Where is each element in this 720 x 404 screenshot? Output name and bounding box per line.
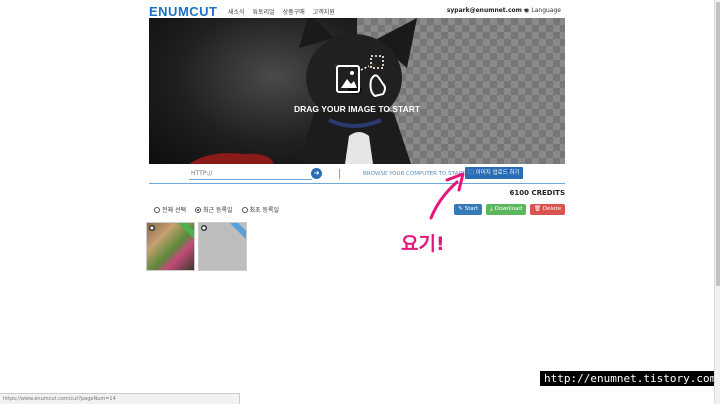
filter-select-all[interactable]: 전체 선택 (154, 205, 186, 214)
top-navigation: ENUMCUT 새소식 튜토리얼 상품구매 고객지원 sypark@enumne… (149, 0, 565, 20)
image-url-input[interactable] (189, 168, 312, 180)
drag-instruction: DRAG YOUR IMAGE TO START (293, 104, 421, 114)
status-ribbon (171, 223, 194, 244)
annotation-text: 요기! (401, 233, 445, 255)
filter-label: 최근 등록일 (203, 207, 233, 214)
image-thumbnail[interactable]: ● (198, 222, 247, 271)
logo[interactable]: ENUMCUT (149, 4, 218, 19)
nav-item-news[interactable]: 새소식 (228, 7, 245, 16)
divider (339, 169, 340, 179)
filter-recent[interactable]: 최근 등록일 (195, 205, 233, 214)
scrollbar-thumb[interactable] (716, 2, 720, 286)
delete-button[interactable]: 🗑 Delete (529, 204, 565, 215)
credits-counter: 6100 CREDITS (509, 189, 565, 197)
watermark: http://enumnet.tistory.com (540, 371, 720, 386)
select-checkbox-icon[interactable]: ● (149, 225, 155, 231)
status-ribbon (223, 223, 246, 244)
nav-item-purchase[interactable]: 상품구매 (283, 7, 305, 16)
filter-label: 최초 등록일 (249, 207, 280, 214)
radio-icon (154, 206, 160, 213)
upload-button-label: 이미지 업로드 하기 (475, 170, 520, 176)
image-thumbnail[interactable]: ● (146, 222, 195, 271)
image-drop-zone[interactable]: DRAG YOUR IMAGE TO START (149, 18, 565, 164)
select-checkbox-icon[interactable]: ● (201, 225, 207, 231)
delete-label: Delete (542, 206, 561, 212)
main-nav: 새소식 튜토리얼 상품구매 고객지원 (228, 7, 335, 16)
filter-label: 전체 선택 (162, 207, 186, 214)
nav-item-support[interactable]: 고객지원 (313, 7, 335, 16)
upload-illustration-icon (336, 55, 386, 98)
language-label: Language (531, 7, 561, 14)
nav-item-tutorial[interactable]: 튜토리얼 (253, 7, 275, 16)
annotation-arrow-icon: 요기! (401, 172, 465, 255)
radio-selected-icon (195, 206, 201, 213)
arrow-right-icon: ➜ (313, 169, 320, 177)
radio-icon (241, 206, 248, 213)
trash-icon: 🗑 (533, 206, 541, 212)
account-menu[interactable]: sypark@enumnet.com ▾ (447, 7, 527, 14)
upload-bar: ➜ BROWSE YOUR COMPUTER TO START 🗀 이미지 업로… (149, 164, 565, 184)
download-button[interactable]: ⤓ Download (486, 204, 526, 215)
sort-filters: 전체 선택 최근 등록일 최초 등록일 (154, 205, 279, 214)
download-icon: ⤓ (490, 206, 493, 212)
globe-icon: ◉ (524, 7, 530, 14)
language-menu[interactable]: ◉ Language (524, 7, 561, 14)
filter-oldest[interactable]: 최초 등록일 (241, 205, 280, 214)
page-scrollbar[interactable] (714, 0, 720, 404)
browser-status-bar: https://www.enumcut.com/cut?pageNum=14 (0, 393, 240, 404)
url-submit-button[interactable]: ➜ (311, 168, 322, 179)
download-label: Download (494, 206, 522, 212)
